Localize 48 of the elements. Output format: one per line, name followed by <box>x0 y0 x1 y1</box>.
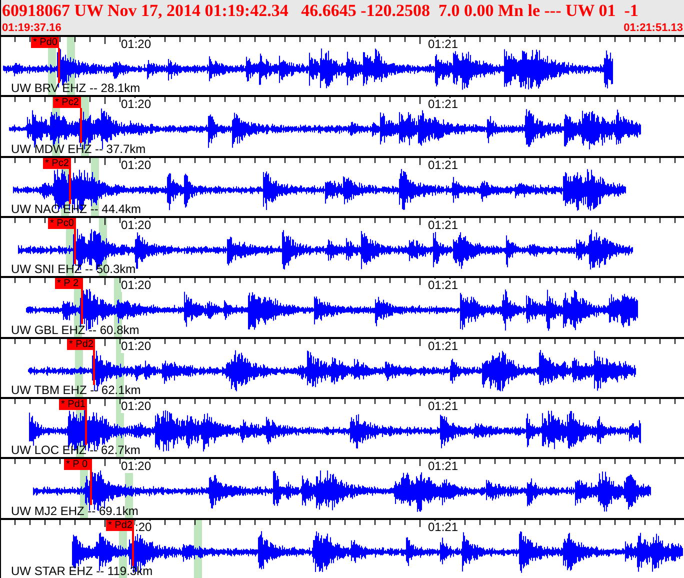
station-label: UW GBL EHZ -- 60.8km <box>11 324 140 337</box>
time-label: 01:20 <box>121 279 152 292</box>
pick-marker[interactable]: * Pd2 <box>106 520 134 531</box>
time-label: 01:20 <box>121 158 152 172</box>
time-label: 01:21 <box>428 98 458 112</box>
station-label: UW TBM EHZ -- 62.1km <box>11 384 141 397</box>
pick-marker[interactable]: * Pd2 <box>67 338 95 350</box>
time-label: 01:20 <box>121 400 152 413</box>
time-label: 01:21 <box>428 520 458 534</box>
time-label: 01:21 <box>428 279 458 292</box>
pick-line <box>90 470 92 506</box>
pick-marker[interactable]: * P 2 <box>55 278 83 290</box>
station-label: UW NAC EHZ -- 44.4km <box>11 202 142 216</box>
pick-line <box>81 289 83 324</box>
time-label: 01:20 <box>121 98 152 112</box>
pick-marker[interactable]: * Pc2 <box>43 158 71 169</box>
pick-marker[interactable]: * Pd0 <box>31 37 59 48</box>
time-label: 01:21 <box>428 400 458 413</box>
pick-line <box>80 108 82 144</box>
time-label: 01:21 <box>428 158 458 172</box>
pick-line <box>58 48 60 83</box>
pick-marker[interactable]: * Pd1 <box>59 398 87 410</box>
time-label: 01:21 <box>428 218 458 232</box>
station-label: UW BRV EHZ -- 28.1km <box>11 82 140 96</box>
pick-line <box>93 350 95 385</box>
time-label: 01:21 <box>428 340 458 353</box>
time-label: 01:20 <box>121 460 152 474</box>
pick-marker[interactable]: * Pc0 <box>48 218 76 229</box>
station-label: UW MDW EHZ -- 37.7km <box>11 142 146 156</box>
start-time: 01:19:37.16 <box>2 22 62 34</box>
pick-marker[interactable]: * Pc2 <box>53 97 81 108</box>
station-label: UW STAR EHZ -- 119.3km <box>11 564 153 578</box>
station-label: UW SNI EHZ -- 50.3km <box>11 263 136 276</box>
pick-line <box>69 168 71 204</box>
pick-line <box>85 410 87 445</box>
time-label: 01:21 <box>428 38 458 51</box>
time-label: 01:20 <box>121 38 152 51</box>
time-label: 01:20 <box>121 218 152 232</box>
end-time: 01:21:51.13 <box>624 22 683 34</box>
pick-marker[interactable]: * P 0 <box>64 459 92 470</box>
pick-line <box>132 530 134 566</box>
station-label: UW MJ2 EHZ -- 69.1km <box>11 504 138 518</box>
time-label: 01:21 <box>428 460 458 474</box>
time-label: 01:20 <box>121 340 152 353</box>
event-title: 60918067 UW Nov 17, 2014 01:19:42.34 46.6645 -120.2508 7.0 0.00 Mn le --- UW 01 -1 <box>2 0 640 22</box>
pick-line <box>74 228 76 264</box>
station-label: UW LOC EHZ -- 62.7km <box>11 444 140 458</box>
time-label: :20 <box>135 520 152 534</box>
